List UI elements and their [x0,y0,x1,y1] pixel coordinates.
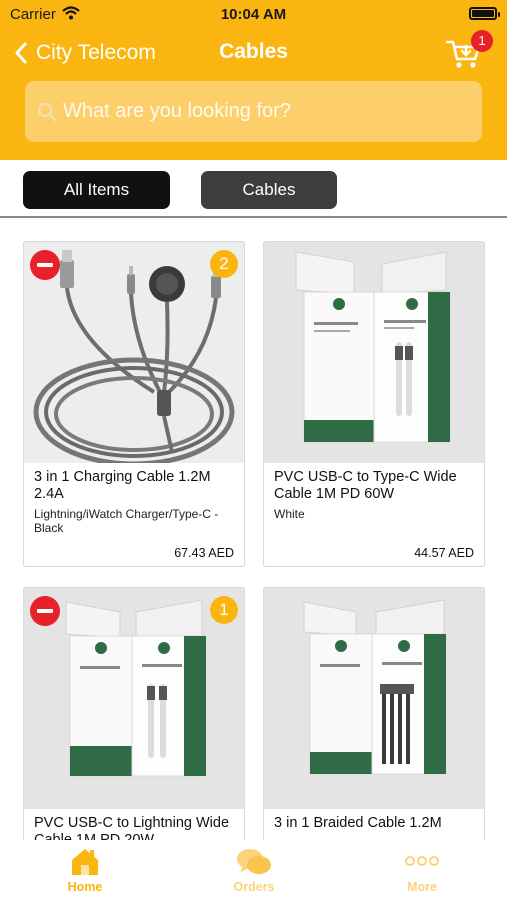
remove-from-cart-button[interactable] [30,250,60,280]
search-input[interactable] [63,91,482,132]
bottom-tab-bar: Home Orders More [0,840,507,900]
product-card[interactable]: 1 PVC USB-C to Lightning Wide Cable 1M P… [23,587,245,840]
status-time: 10:04 AM [220,6,287,23]
tab-bar-home-label: Home [67,880,103,894]
product-card[interactable]: 3 in 1 Braided Cable 1.2M [263,587,485,840]
product-price: 44.57 AED [414,546,474,560]
product-image [264,242,484,463]
product-name: 3 in 1 Charging Cable 1.2M 2.4A [34,469,211,502]
product-image [24,588,244,809]
status-bar: Carrier 10:04 AM [0,0,507,30]
more-icon [405,856,439,866]
product-description: Lightning/iWatch Charger/Type-C - Black [34,507,219,535]
product-card[interactable]: PVC USB-C to Type-C Wide Cable 1M PD 60W… [263,241,485,567]
tab-bar-more-label: More [407,880,437,894]
product-card[interactable]: 2 3 in 1 Charging Cable 1.2M 2.4A Lightn… [23,241,245,567]
tab-bar-orders-label: Orders [233,880,275,894]
tab-bar-orders[interactable]: Orders [194,846,314,894]
product-grid: 2 3 in 1 Charging Cable 1.2M 2.4A Lightn… [0,220,507,840]
remove-from-cart-button[interactable] [30,596,60,626]
product-image [24,242,244,463]
orders-icon [237,849,271,874]
search-bar[interactable] [25,81,482,142]
category-tabs: All Items Cables [0,160,507,218]
tab-bar-home[interactable]: Home [25,846,145,894]
search-icon [37,102,57,121]
cart-count-badge: 1 [471,30,493,52]
product-name: PVC USB-C to Lightning Wide Cable 1M PD … [34,815,230,840]
product-name: PVC USB-C to Type-C Wide Cable 1M PD 60W [274,469,457,502]
back-button[interactable]: City Telecom [14,38,156,68]
back-label: City Telecom [36,41,156,64]
product-price: 67.43 AED [174,546,234,560]
cart-button[interactable]: 1 [444,30,494,72]
product-name: 3 in 1 Braided Cable 1.2M [274,815,442,831]
product-description: White [274,507,305,521]
home-icon [72,849,98,875]
app-header: Carrier 10:04 AM City Telecom Cables 1 [0,0,507,160]
tab-bar-more[interactable]: More [362,846,482,894]
tab-all-items[interactable]: All Items [23,171,170,209]
tab-cables[interactable]: Cables [201,171,337,209]
product-image [264,588,484,809]
chevron-left-icon [15,42,27,64]
quantity-badge: 2 [210,250,238,278]
battery-icon [469,7,500,20]
quantity-badge: 1 [210,596,238,624]
